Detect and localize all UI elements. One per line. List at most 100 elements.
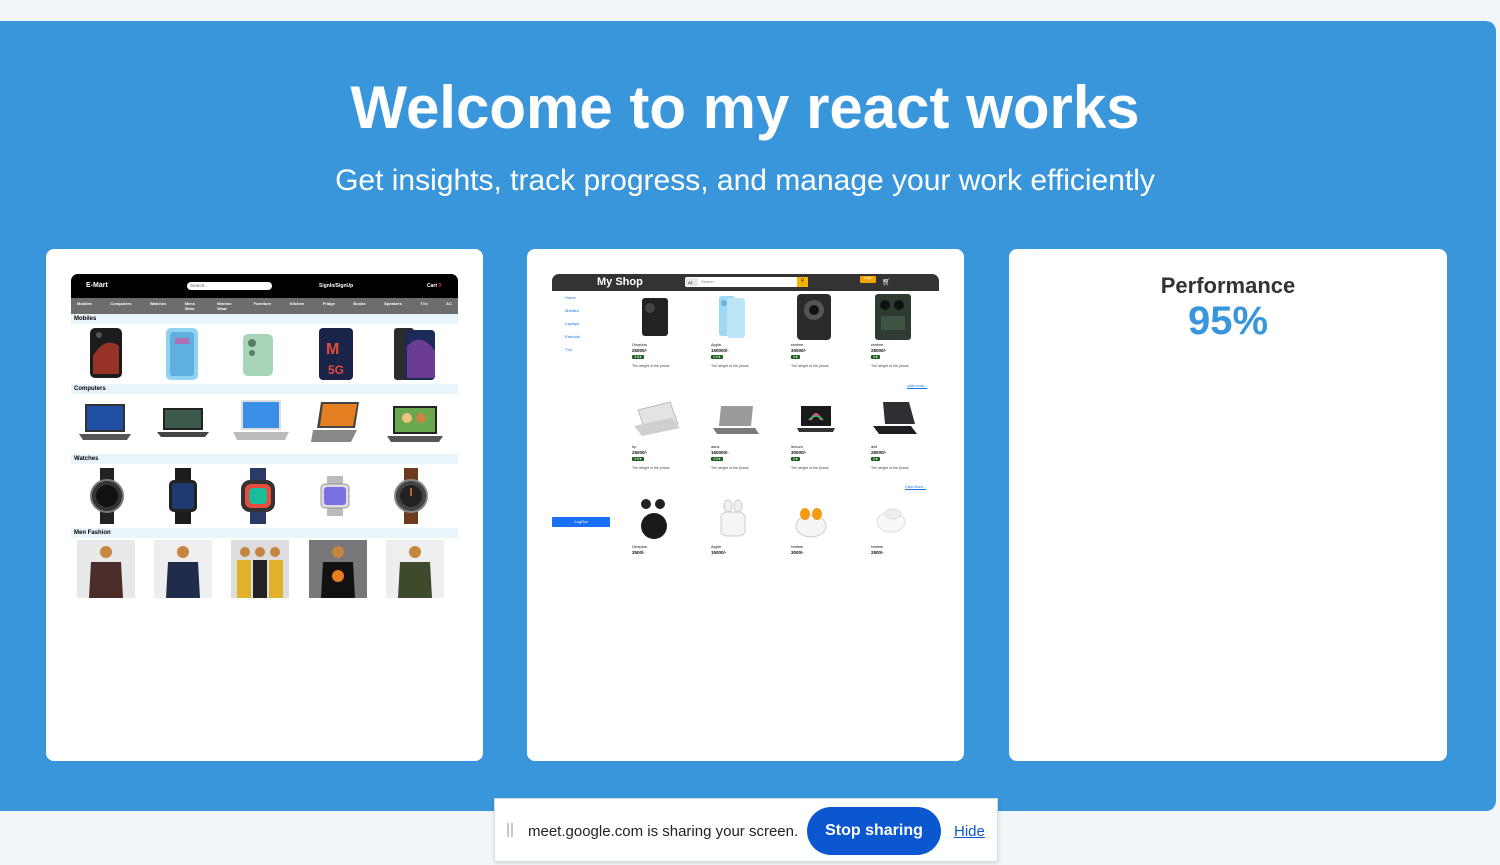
hero-title: Welcome to my react works bbox=[350, 74, 1140, 141]
myshop-brand: My Shop bbox=[597, 276, 643, 288]
myshop-search-placeholder: Search bbox=[701, 279, 714, 284]
emart-product-row bbox=[71, 394, 458, 454]
phone-image bbox=[642, 298, 668, 336]
project-card-emart[interactable]: E-Mart Search... SignIn/SignUp Cart 0 Mo… bbox=[46, 249, 483, 761]
phone-image: M 5G bbox=[319, 328, 353, 380]
emart-signin-link: SignIn/SignUp bbox=[319, 283, 354, 289]
stop-sharing-button[interactable]: Stop sharing bbox=[807, 807, 941, 855]
laptop-image bbox=[387, 406, 443, 442]
emart-product-row bbox=[71, 464, 458, 528]
earbuds-image bbox=[876, 508, 906, 533]
emart-category: Furniture bbox=[253, 301, 272, 306]
emart-category: Kitchen bbox=[289, 301, 305, 306]
myshop-product: realme 3000/- bbox=[791, 496, 851, 555]
myshop-product: Apple 15000/- bbox=[711, 496, 771, 555]
myshop-search-input: All Search ⚲ bbox=[685, 277, 808, 287]
screen-share-bar: meet.google.com is sharing your screen. … bbox=[494, 798, 998, 862]
emart-search-input: Search... bbox=[187, 282, 272, 290]
emart-section-title: Watches bbox=[71, 454, 458, 464]
hero-banner: Welcome to my react works Get insights, … bbox=[0, 21, 1496, 811]
phone-image bbox=[166, 328, 198, 380]
myshop-product: Oneplus 2500/- bbox=[632, 496, 692, 555]
watch-image bbox=[90, 468, 124, 524]
myshop-sidebar-item: Earbuds bbox=[565, 334, 580, 339]
cart-icon: 🛒︎ bbox=[882, 279, 891, 286]
myshop-product: lenovo 30000/- 4★ The weight of the phon… bbox=[791, 396, 851, 470]
myshop-product: asus 150000/- 4.5★ The weight of the pho… bbox=[711, 396, 771, 470]
myshop-logout-button: LogOut bbox=[552, 517, 610, 527]
phone-image bbox=[797, 294, 831, 340]
emart-section-title: Computers bbox=[71, 384, 458, 394]
emart-category: Mens Wear bbox=[184, 301, 195, 311]
performance-card[interactable]: Performance 95% bbox=[1009, 249, 1447, 761]
emart-header: E-Mart Search... SignIn/SignUp Cart 0 bbox=[71, 274, 458, 298]
share-message: meet.google.com is sharing your screen. bbox=[528, 823, 799, 840]
myshop-sidebar-item: Mobiles bbox=[565, 308, 579, 313]
watch-image bbox=[169, 468, 197, 524]
myshop-sidebar-item: Home bbox=[565, 295, 576, 300]
hide-link[interactable]: Hide bbox=[954, 823, 985, 840]
phone-image bbox=[243, 334, 273, 376]
emart-category: TVs bbox=[420, 301, 428, 306]
myshop-product: realme 30000/- 4★ The weight of the phon… bbox=[791, 294, 851, 368]
shirt-image bbox=[309, 540, 367, 598]
emart-section-title: Men Fashion bbox=[71, 528, 458, 538]
shirt-image bbox=[386, 540, 444, 598]
project-card-myshop[interactable]: My Shop All Search ⚲ Login 🛒︎ Home Mobil… bbox=[527, 249, 964, 761]
emart-category: Mobiles bbox=[77, 301, 92, 306]
myshop-product: hp 25000/- 3.5★ The weight of the phone bbox=[632, 396, 692, 470]
myshop-product: realme 2800/- bbox=[871, 496, 931, 555]
myshop-preview: My Shop All Search ⚲ Login 🛒︎ Home Mobil… bbox=[552, 274, 939, 574]
laptop-image bbox=[873, 402, 917, 434]
myshop-product: dell 28000/- 4★ The weight of the phone bbox=[871, 396, 931, 470]
shirt-image bbox=[154, 540, 212, 598]
shirt-image bbox=[231, 540, 289, 598]
phone-image bbox=[719, 296, 745, 338]
laptop-image bbox=[311, 402, 359, 442]
svg-text:M: M bbox=[326, 341, 339, 358]
performance-value: 95% bbox=[1187, 299, 1269, 343]
myshop-sidebar-item: TVs bbox=[565, 347, 573, 352]
myshop-header: My Shop All Search ⚲ Login 🛒︎ bbox=[552, 274, 939, 291]
svg-text:5G: 5G bbox=[328, 363, 344, 377]
earbuds-image bbox=[641, 499, 667, 539]
emart-category: Computers bbox=[110, 301, 132, 306]
emart-category: Speakers bbox=[384, 301, 402, 306]
hero-subtitle: Get insights, track progress, and manage… bbox=[335, 164, 1155, 197]
watch-image bbox=[394, 468, 428, 524]
emart-brand: E-Mart bbox=[86, 282, 108, 289]
emart-preview: E-Mart Search... SignIn/SignUp Cart 0 Mo… bbox=[71, 274, 458, 604]
emart-category: Watches bbox=[149, 301, 167, 306]
emart-product-row bbox=[71, 538, 458, 602]
performance-title: Performance bbox=[1160, 273, 1296, 298]
myshop-product: Apple 150000/- 4.9★ The weight of the ph… bbox=[711, 294, 771, 368]
phone-image bbox=[90, 328, 122, 378]
earbuds-image bbox=[720, 499, 746, 537]
drag-handle-icon[interactable] bbox=[507, 823, 513, 837]
laptop-image bbox=[79, 404, 131, 440]
emart-product-row: M 5G bbox=[71, 324, 458, 384]
laptop-image bbox=[157, 408, 209, 437]
laptop-image bbox=[797, 406, 835, 432]
laptop-image bbox=[634, 401, 680, 436]
earbuds-image bbox=[795, 508, 827, 538]
phone-image bbox=[394, 328, 435, 380]
myshop-search-all: All bbox=[686, 278, 698, 286]
myshop-product: realme 28000/- 4★ The weight of the phon… bbox=[871, 294, 931, 368]
emart-category: Books bbox=[353, 301, 366, 306]
phone-image bbox=[875, 294, 911, 340]
myshop-more-link: click more... bbox=[907, 384, 928, 388]
myshop-product: Oneplus 25000/- 3.8★ The weight of the p… bbox=[632, 294, 692, 368]
laptop-image bbox=[233, 400, 289, 440]
emart-section-title: Mobiles bbox=[71, 314, 458, 324]
shirt-image bbox=[77, 540, 135, 598]
search-icon: ⚲ bbox=[797, 277, 808, 287]
emart-category: Fridge bbox=[322, 301, 335, 306]
myshop-login-button: Login bbox=[860, 276, 876, 283]
emart-category: Women Wear bbox=[217, 301, 232, 311]
myshop-more-link: Click More... bbox=[905, 485, 927, 489]
emart-category-bar: Mobiles Computers Watches Mens Wear Wome… bbox=[71, 298, 458, 314]
laptop-image bbox=[713, 406, 759, 434]
emart-category: AC bbox=[446, 301, 452, 306]
watch-image bbox=[241, 468, 275, 524]
